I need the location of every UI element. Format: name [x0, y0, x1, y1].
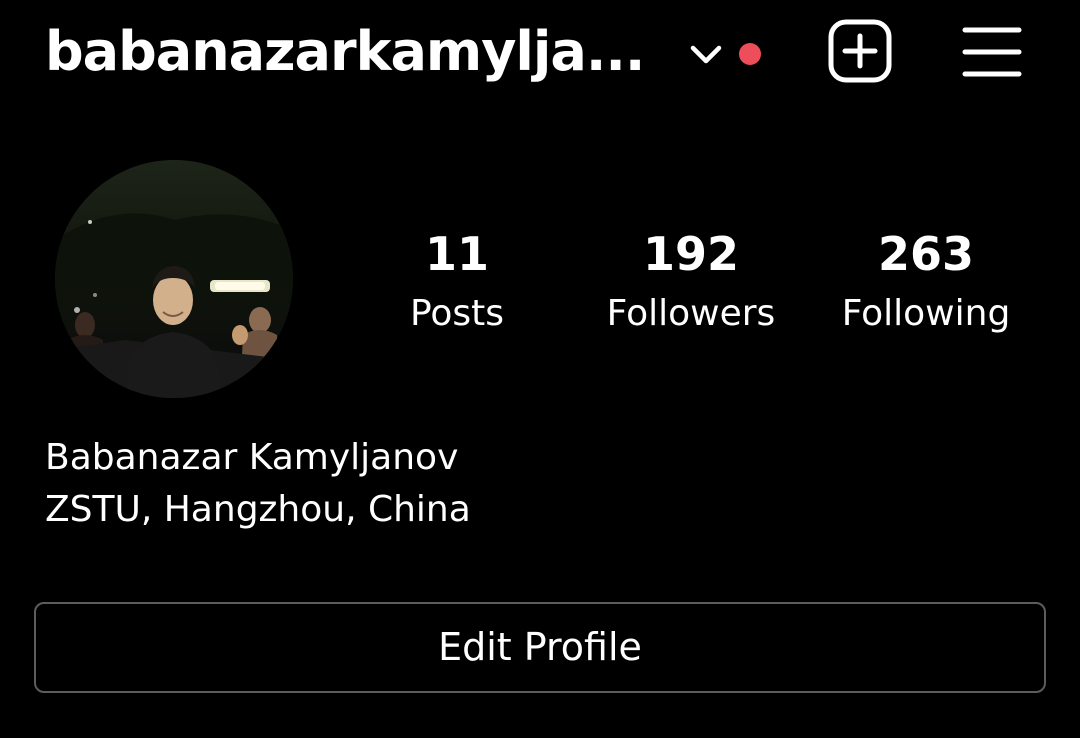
stat-followers[interactable]: 192 Followers: [591, 222, 791, 342]
bio-text: ZSTU, Hangzhou, China: [45, 489, 471, 530]
followers-label: Followers: [606, 293, 776, 334]
profile-screen: babanazarkamylja... 11 Posts 192 Followe…: [0, 0, 1080, 738]
following-count: 263: [877, 227, 975, 281]
edit-profile-button[interactable]: Edit Profile: [34, 602, 1046, 693]
posts-label: Posts: [409, 293, 505, 334]
username-title[interactable]: babanazarkamylja...: [45, 16, 645, 88]
profile-header: babanazarkamylja...: [0, 0, 1080, 100]
avatar[interactable]: [55, 160, 293, 398]
followers-count: 192: [642, 227, 740, 281]
hamburger-menu-icon[interactable]: [961, 24, 1023, 80]
posts-count: 11: [424, 227, 489, 281]
following-label: Following: [841, 293, 1011, 334]
chevron-down-icon[interactable]: [686, 36, 726, 72]
stat-following[interactable]: 263 Following: [826, 222, 1026, 342]
plus-square-icon[interactable]: [827, 18, 893, 84]
full-name: Babanazar Kamyljanov: [45, 437, 459, 478]
stat-posts[interactable]: 11 Posts: [357, 222, 557, 342]
notification-dot: [739, 43, 761, 65]
